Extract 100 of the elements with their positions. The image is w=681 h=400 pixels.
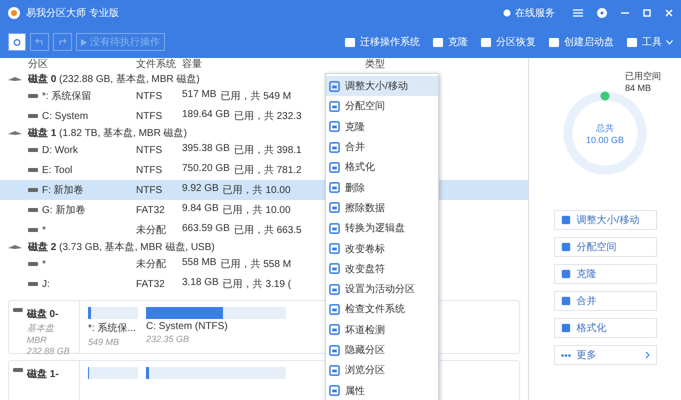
menu-item[interactable]: 改变盘符 <box>326 258 438 279</box>
menu-item[interactable]: 分配空间 <box>326 96 438 117</box>
segment-label: *: 系统保... <box>88 322 137 335</box>
square-icon <box>329 202 340 214</box>
menu-item[interactable]: 坏道检测 <box>326 320 438 340</box>
partition-row[interactable]: J: FAT32 3.18 GB 已用，共 3.19 ( <box>0 274 323 294</box>
disk-label: 磁盘 0 (232.88 GB, 基本盘, MBR 磁盘) <box>28 72 200 86</box>
partition-name: D: Work <box>42 144 78 156</box>
square-icon <box>344 36 356 48</box>
segment-size: 549 MB <box>88 337 120 347</box>
partition-row[interactable]: *: 系统保留 NTFS 517 MB 已用，共 549 M <box>0 86 323 106</box>
menu-item[interactable]: 属性 <box>326 380 438 400</box>
action-button[interactable]: 格式化 <box>554 318 656 338</box>
partition-bar[interactable] <box>88 307 138 319</box>
menu-item[interactable]: 改变卷标 <box>326 238 438 259</box>
usage-cell-text: 已用，共 781.2 <box>234 164 302 177</box>
action-button[interactable]: 更多 <box>554 345 656 365</box>
square-icon <box>626 36 638 48</box>
menu-item[interactable]: 浏览分区 <box>326 360 438 380</box>
toolbar-button[interactable]: 工具 <box>626 35 673 49</box>
capacity-cell-text: 517 MB <box>182 89 216 102</box>
action-button[interactable]: 克隆 <box>554 264 656 284</box>
capacity-cell-text: 558 MB <box>182 257 216 270</box>
file-system-cell-text: NTFS <box>136 90 164 102</box>
column-header: 容量 <box>182 58 203 72</box>
used-space-label: 已用空间 <box>625 70 661 83</box>
capacity-cell-text: 189.64 GB <box>182 109 230 122</box>
online-service-button[interactable]: 在线服务 <box>503 6 555 20</box>
partition-name: *: 系统保留 <box>42 90 92 103</box>
action-button[interactable]: 分配空间 <box>554 237 656 257</box>
square-icon <box>548 36 560 48</box>
partition-name: * <box>42 258 46 270</box>
partition-bar[interactable] <box>146 307 286 319</box>
maximize-icon[interactable] <box>643 9 651 17</box>
refresh-icon <box>13 38 21 46</box>
partition-row[interactable]: E: Tool NTFS 750.20 GB 已用，共 781.2 <box>0 160 323 180</box>
menu-item[interactable]: 格式化 <box>326 157 438 178</box>
partition-row[interactable]: C: System NTFS 189.64 GB 已用，共 232.3 <box>0 106 323 126</box>
toolbar-button[interactable]: 创建启动盘 <box>548 35 614 49</box>
menu-item[interactable]: 转换为逻辑盘 <box>326 218 438 238</box>
column-header: 分区 <box>27 58 49 72</box>
square-icon <box>329 243 340 254</box>
menu-icon[interactable] <box>573 9 583 17</box>
partition-row[interactable]: * 未分配 558 MB 已用，共 558 M <box>0 254 323 274</box>
drive-icon <box>13 307 23 313</box>
file-system-cell-text: 未分配 <box>136 224 167 237</box>
refresh-button[interactable] <box>8 33 26 51</box>
button-label: 更多 <box>576 349 596 362</box>
square-icon <box>329 284 340 295</box>
help-icon[interactable] <box>597 8 607 18</box>
partition-bar[interactable] <box>146 367 286 379</box>
menu-item[interactable]: 隐藏分区 <box>326 340 438 360</box>
button-label: 分配空间 <box>576 240 616 254</box>
column-header: 文件系统 <box>136 58 177 72</box>
menu-item[interactable]: 调整大小/移动 <box>326 76 438 96</box>
usage-cell-text: 已用，共 232.3 <box>234 110 302 123</box>
disk-map-name: 磁盘 0- <box>26 308 60 321</box>
partition-row[interactable]: * 未分配 663.59 GB 已用，共 663.5 <box>0 220 323 240</box>
action-button[interactable]: 合并 <box>554 291 656 311</box>
menu-item[interactable]: 检查文件系统 <box>326 299 438 320</box>
close-icon[interactable] <box>665 9 673 17</box>
square-icon <box>560 296 570 306</box>
drive-icon <box>28 187 38 193</box>
file-system-cell-text: NTFS <box>136 144 164 156</box>
total-value: 10.00 GB <box>586 135 624 145</box>
partition-name: G: 新加卷 <box>42 204 86 217</box>
square-icon <box>329 100 340 112</box>
partition-row[interactable]: D: Work NTFS 395.38 GB 已用，共 398.1 <box>0 140 323 160</box>
drive-icon <box>28 261 38 267</box>
menu-item[interactable]: 设置为活动分区 <box>326 278 438 300</box>
used-space-value: 84 MB <box>625 83 652 93</box>
usage-cell-text: 已用，共 398.1 <box>234 144 302 157</box>
user-icon <box>503 8 511 18</box>
toolbar-button[interactable]: 分区恢复 <box>480 35 536 49</box>
drive-icon <box>28 167 38 173</box>
square-icon <box>329 80 340 92</box>
capacity-cell-text: 395.38 GB <box>182 143 230 156</box>
drive-icon <box>28 207 38 213</box>
action-button[interactable]: 调整大小/移动 <box>554 210 656 230</box>
toolbar-button[interactable]: 克隆 <box>432 35 468 49</box>
disk-label: 磁盘 1 (1.82 TB, 基本盘, MBR 磁盘) <box>28 126 187 140</box>
square-icon <box>560 269 570 279</box>
menu-item[interactable]: 删除 <box>326 177 438 198</box>
square-icon <box>329 222 340 234</box>
disk-type: 基本盘 MBR <box>26 322 56 345</box>
capacity-cell-text: 3.18 GB <box>182 277 219 290</box>
partition-row[interactable]: G: 新加卷 FAT32 9.84 GB 已用，共 10.00 <box>0 200 323 220</box>
partition-name: F: 新加卷 <box>42 184 84 197</box>
toolbar-button[interactable]: 迁移操作系统 <box>344 35 420 49</box>
partition-name: C: System <box>42 110 88 122</box>
square-icon <box>329 364 340 376</box>
disk-label: 磁盘 2 (3.73 GB, 基本盘, MBR 磁盘, USB) <box>28 240 215 254</box>
menu-item[interactable]: 合并 <box>326 136 438 158</box>
partition-row[interactable]: F: 新加卷 NTFS 9.92 GB 已用，共 10.00 <box>0 180 323 200</box>
partition-name: E: Tool <box>42 164 72 176</box>
partition-name: * <box>42 224 46 236</box>
square-icon <box>560 323 570 333</box>
disk-size: 232.88 GB <box>26 346 71 356</box>
menu-item[interactable]: 克隆 <box>326 116 438 137</box>
menu-item[interactable]: 擦除数据 <box>326 198 438 218</box>
